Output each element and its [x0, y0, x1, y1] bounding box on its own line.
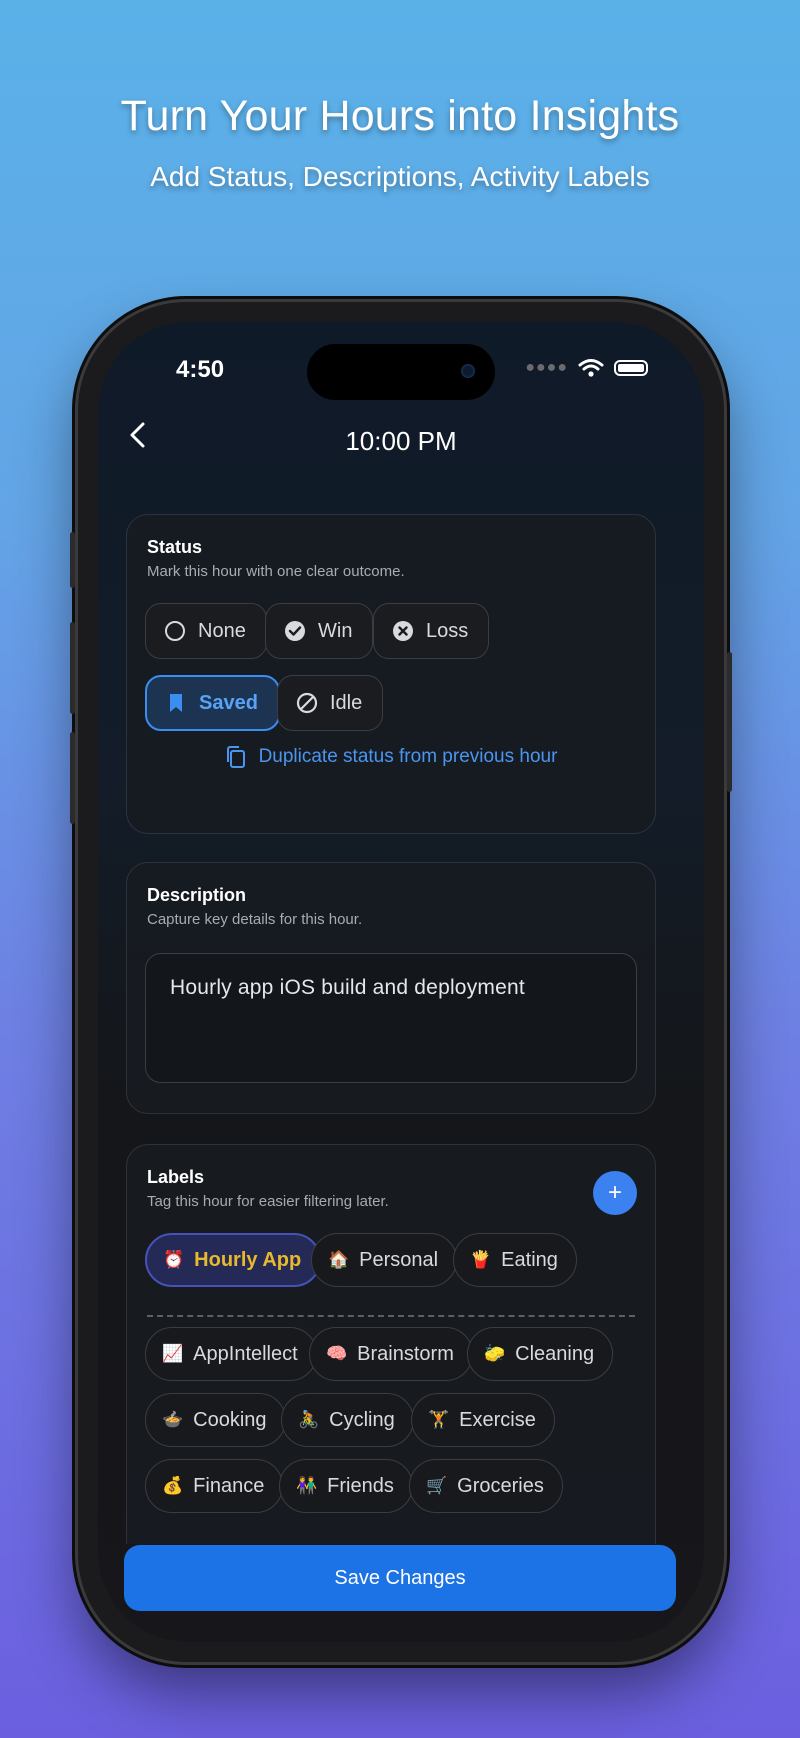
label-chip-text: Exercise: [459, 1408, 536, 1431]
label-chip-cooking[interactable]: 🍲 Cooking: [145, 1393, 286, 1447]
label-chip-text: AppIntellect: [193, 1342, 298, 1365]
brain-icon: 🧠: [326, 1344, 348, 1364]
phone-frame: 4:50 ●●●● 10:00 PM Status Mark this hour…: [70, 302, 732, 1662]
status-option-win[interactable]: Win: [265, 603, 374, 659]
duplicate-status-label: Duplicate status from previous hour: [258, 746, 558, 767]
dynamic-island: [307, 344, 495, 400]
label-chip-text: Groceries: [457, 1474, 544, 1497]
label-chip-hourly-app[interactable]: ⏰ Hourly App: [145, 1233, 322, 1287]
label-chip-finance[interactable]: 💰 Finance: [145, 1459, 284, 1513]
label-chip-text: Personal: [359, 1248, 439, 1271]
status-option-loss[interactable]: Loss: [373, 603, 490, 659]
labels-card: Labels Tag this hour for easier filterin…: [126, 1144, 656, 1544]
labels-title: Labels: [147, 1167, 205, 1187]
description-textarea[interactable]: Hourly app iOS build and deployment: [145, 953, 637, 1083]
status-option-none[interactable]: None: [145, 603, 267, 659]
status-option-label: Loss: [426, 619, 469, 642]
money-bag-icon: 💰: [162, 1476, 184, 1496]
status-option-idle[interactable]: Idle: [277, 675, 384, 731]
check-circle-icon: [285, 621, 305, 641]
hero-subtitle: Add Status, Descriptions, Activity Label…: [150, 161, 650, 192]
label-chip-personal[interactable]: 🏠 Personal: [311, 1233, 458, 1287]
description-card: Description Capture key details for this…: [126, 862, 656, 1114]
label-chip-brainstorm[interactable]: 🧠 Brainstorm: [309, 1327, 473, 1381]
labels-divider: [147, 1315, 635, 1317]
slash-circle-icon: [296, 692, 318, 714]
action-button: [70, 532, 75, 588]
duplicate-status-link[interactable]: Duplicate status from previous hour: [127, 745, 655, 769]
x-circle-icon: [393, 621, 413, 641]
status-option-label: None: [198, 619, 246, 642]
volume-down-button: [70, 732, 75, 824]
save-changes-button[interactable]: Save Changes: [124, 1545, 676, 1611]
bookmark-icon: [170, 694, 182, 712]
label-chip-text: Eating: [501, 1248, 558, 1271]
signal-icon: ●●●●: [525, 359, 568, 376]
volume-up-button: [70, 622, 75, 714]
label-chip-text: Brainstorm: [357, 1342, 454, 1365]
status-subtitle: Mark this hour with one clear outcome.: [147, 563, 405, 580]
shopping-cart-icon: 🛒: [426, 1476, 448, 1496]
label-chip-text: Cleaning: [515, 1342, 595, 1365]
status-option-label: Win: [318, 619, 353, 642]
chart-icon: 📈: [162, 1344, 184, 1364]
status-option-label: Idle: [330, 691, 363, 714]
description-subtitle: Capture key details for this hour.: [147, 911, 363, 928]
sponge-icon: 🧽: [484, 1344, 506, 1364]
power-button: [727, 652, 732, 792]
label-chip-text: Cycling: [329, 1408, 395, 1431]
app-screen: 4:50 ●●●● 10:00 PM Status Mark this hour…: [98, 322, 704, 1642]
label-chip-text: Cooking: [193, 1408, 267, 1431]
label-chip-cycling[interactable]: 🚴 Cycling: [281, 1393, 414, 1447]
status-time: 4:50: [176, 356, 225, 383]
bicycle-icon: 🚴: [298, 1410, 320, 1430]
wifi-icon: [578, 359, 604, 377]
label-chip-text: Finance: [193, 1474, 265, 1497]
label-chip-groceries[interactable]: 🛒 Groceries: [409, 1459, 563, 1513]
label-chip-appintellect[interactable]: 📈 AppIntellect: [145, 1327, 317, 1381]
house-icon: 🏠: [328, 1250, 350, 1270]
status-card: Status Mark this hour with one clear out…: [126, 514, 656, 834]
people-icon: 👫: [296, 1476, 318, 1496]
label-chip-text: Friends: [327, 1474, 394, 1497]
add-label-button[interactable]: +: [593, 1171, 637, 1215]
hero-title: Turn Your Hours into Insights: [120, 92, 680, 140]
label-chip-cleaning[interactable]: 🧽 Cleaning: [467, 1327, 614, 1381]
weightlifter-icon: 🏋: [428, 1410, 450, 1430]
status-option-label: Saved: [199, 691, 258, 714]
description-title: Description: [147, 885, 247, 905]
circle-outline-icon: [165, 621, 185, 641]
copy-icon: [226, 746, 245, 768]
pot-icon: 🍲: [162, 1410, 184, 1430]
fries-icon: 🍟: [470, 1250, 492, 1270]
label-chip-text: Hourly App: [194, 1248, 302, 1271]
label-chip-exercise[interactable]: 🏋 Exercise: [411, 1393, 555, 1447]
label-chip-eating[interactable]: 🍟 Eating: [453, 1233, 577, 1287]
labels-subtitle: Tag this hour for easier filtering later…: [147, 1193, 389, 1210]
page-title: 10:00 PM: [345, 426, 457, 456]
label-chip-friends[interactable]: 👫 Friends: [279, 1459, 413, 1513]
status-title: Status: [147, 537, 203, 557]
alarm-clock-icon: ⏰: [163, 1250, 185, 1270]
status-option-saved[interactable]: Saved: [145, 675, 280, 731]
status-icons: ●●●●: [525, 358, 648, 378]
battery-icon: [614, 360, 648, 376]
